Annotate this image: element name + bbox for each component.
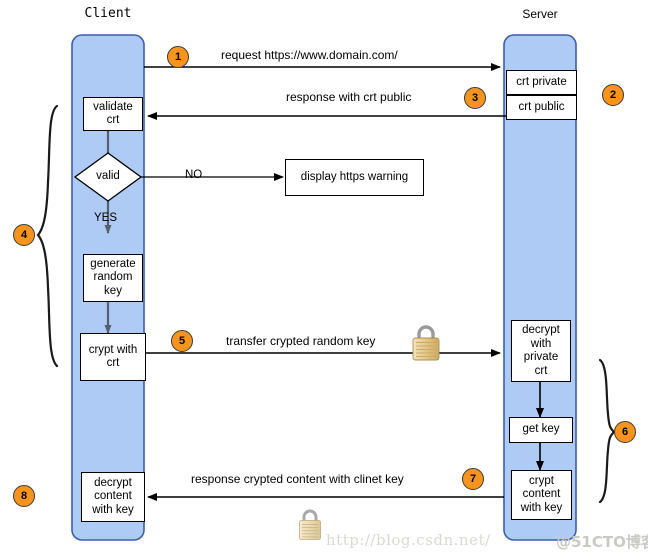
node-crt-private[interactable]: crt private [506,70,577,95]
padlock-icon-message5 [412,325,440,361]
step-badge-5[interactable]: 5 [171,330,193,352]
step-badge-6[interactable]: 6 [614,421,636,443]
node-get-key[interactable]: get key [509,417,573,443]
step-badge-7[interactable]: 7 [462,468,484,490]
brace-step-4 [36,104,59,368]
step-badge-1[interactable]: 1 [167,46,189,68]
message-label-7: response crypted content with clinet key [191,472,404,486]
node-generate-random-key[interactable]: generate random key [83,254,143,302]
brace-step-6 [598,358,616,504]
node-decrypt-content-with-key[interactable]: decrypt content with key [81,472,145,522]
node-valid-diamond-label: valid [96,170,120,183]
node-crypt-content-with-key[interactable]: crypt content with key [511,470,572,520]
lane-title-client: Client [84,6,132,21]
branch-label-no: NO [185,169,203,181]
lane-title-server: Server [522,7,558,21]
diagram-canvas: Client Server validate crt valid generat… [0,0,648,560]
message-label-5: transfer crypted random key [226,334,376,348]
watermark-url: http://blog.csdn.net/ [326,531,491,549]
watermark-overlay: @51CTO博客 [556,533,648,551]
node-crt-public[interactable]: crt public [506,95,577,120]
node-display-https-warning[interactable]: display https warning [285,159,424,196]
node-validate-crt[interactable]: validate crt [83,97,143,131]
step-badge-3[interactable]: 3 [464,87,486,109]
message-label-1: request https://www.domain.com/ [221,48,398,62]
message-label-3: response with crt public [286,90,412,104]
node-decrypt-with-private-crt[interactable]: decrypt with private crt [511,320,571,382]
node-crypt-with-crt[interactable]: crypt with crt [80,333,146,381]
branch-label-yes: YES [94,212,118,224]
padlock-icon-bottom [299,509,321,540]
step-badge-4[interactable]: 4 [13,224,35,246]
step-badge-8[interactable]: 8 [13,485,35,507]
step-badge-2[interactable]: 2 [602,84,624,106]
